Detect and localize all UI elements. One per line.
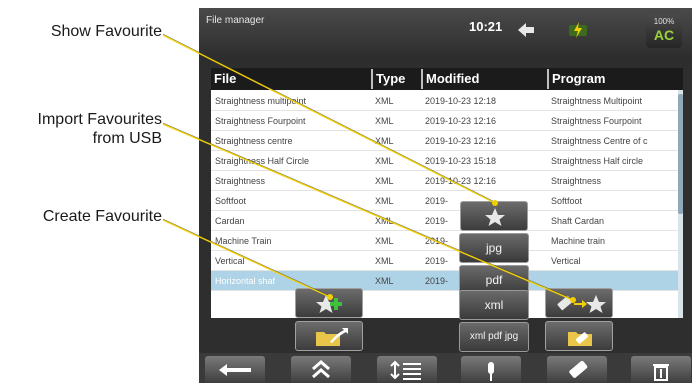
table-row[interactable]: Vertical XML 2019- Vertical [211,251,678,271]
cell-type: XML [375,156,394,166]
cell-program: Straightness Fourpoint [551,116,642,126]
column-header-file[interactable]: File [211,69,371,89]
cell-program: Straightness Multipoint [551,96,643,106]
cell-program: Straightness [551,176,602,186]
table-header: File Type Modified Program [211,68,683,90]
table-row[interactable]: Straightness Fourpoint XML 2019-10-23 12… [211,111,678,131]
table-row[interactable]: Cardan XML 2019- Shaft Cardan [211,211,678,231]
table-row[interactable]: Straightness XML 2019-10-23 12:16 Straig… [211,171,678,191]
export-jpg-button[interactable]: jpg [459,233,529,263]
column-header-type[interactable]: Type [371,69,421,89]
cell-type: XML [375,116,394,126]
export-xml-button[interactable]: xml [459,290,529,320]
cell-type: XML [375,256,394,266]
callout-import-favourites: Import Favourites from USB [0,110,162,148]
cell-file: Straightness centre [215,136,293,146]
delete-button[interactable] [631,356,691,383]
file-table: File Type Modified Program Straightness … [211,68,683,318]
create-favourite-button[interactable] [295,288,363,318]
cell-program: Shaft Cardan [551,216,605,226]
battery-value: 100% [653,17,675,26]
cell-modified: 2019-10-23 12:16 [425,136,497,146]
usb-folder-button[interactable] [545,321,613,351]
cell-program: Machine train [551,236,606,246]
usb-button[interactable] [547,356,607,383]
table-row[interactable]: Softfoot XML 2019- Softfoot [211,191,678,211]
export-all-formats-button[interactable]: xml pdf jpg [459,322,529,352]
callout-import-line2: from USB [92,130,162,147]
cell-program: Softfoot [551,196,583,206]
cell-file: Straightness [215,176,266,186]
sort-button[interactable] [377,356,437,383]
cell-file: Vertical [215,256,245,266]
clock: 10:21 [469,19,503,34]
cell-modified: 2019- [425,216,449,226]
cell-file: Softfoot [215,196,247,206]
column-header-program[interactable]: Program [547,69,678,89]
cell-type: XML [375,236,394,246]
cell-modified: 2019-10-23 15:18 [425,156,497,166]
cell-modified: 2019- [425,196,449,206]
cell-program: Vertical [551,256,581,266]
cell-file: Horizontal shaf [215,276,276,286]
table-row[interactable]: Machine Train XML 2019- Machine train [211,231,678,251]
cell-file: Straightness Half Circle [215,156,310,166]
show-favourite-button[interactable] [460,201,528,231]
table-scrollbar-thumb[interactable] [678,94,683,214]
cell-program: Straightness Centre of c [551,136,648,146]
column-header-modified[interactable]: Modified [421,69,547,89]
status-bar: File manager 10:21 100% AC [199,8,692,60]
cell-modified: 2019-10-23 12:16 [425,116,497,126]
cell-type: XML [375,96,394,106]
device-screen: File manager 10:21 100% AC File Type Mod… [199,8,692,383]
battery-symbol: AC [653,27,675,43]
cell-type: XML [375,276,394,286]
cell-file: Machine Train [215,236,272,246]
back-button[interactable] [205,356,265,383]
cell-type: XML [375,216,394,226]
table-row[interactable]: Straightness Half Circle XML 2019-10-23 … [211,151,678,171]
screen-title: File manager [206,15,265,26]
cell-file: Straightness multipoint [215,96,307,106]
cell-modified: 2019-10-23 12:16 [425,176,497,186]
callout-show-favourite: Show Favourite [50,23,162,40]
callout-import-line1: Import Favourites [37,111,162,128]
cell-file: Cardan [215,216,245,226]
voice-note-button[interactable] [461,356,521,383]
cell-program: Straightness Half circle [551,156,644,166]
table-row[interactable]: Straightness multipoint XML 2019-10-23 1… [211,91,678,111]
table-row[interactable]: Straightness centre XML 2019-10-23 12:16… [211,131,678,151]
cell-modified: 2019-10-23 12:18 [425,96,497,106]
scroll-top-button[interactable] [291,356,351,383]
callout-create-favourite: Create Favourite [42,208,162,225]
power-icon [567,20,589,40]
cell-type: XML [375,136,394,146]
cell-type: XML [375,196,394,206]
export-to-folder-button[interactable] [295,321,363,351]
cell-type: XML [375,176,394,186]
bluetooth-transfer-icon [515,20,537,40]
import-favourites-button[interactable] [545,288,613,318]
bottom-toolbar [199,353,692,383]
cell-file: Straightness Fourpoint [215,116,306,126]
battery-indicator: 100% AC [646,14,682,48]
